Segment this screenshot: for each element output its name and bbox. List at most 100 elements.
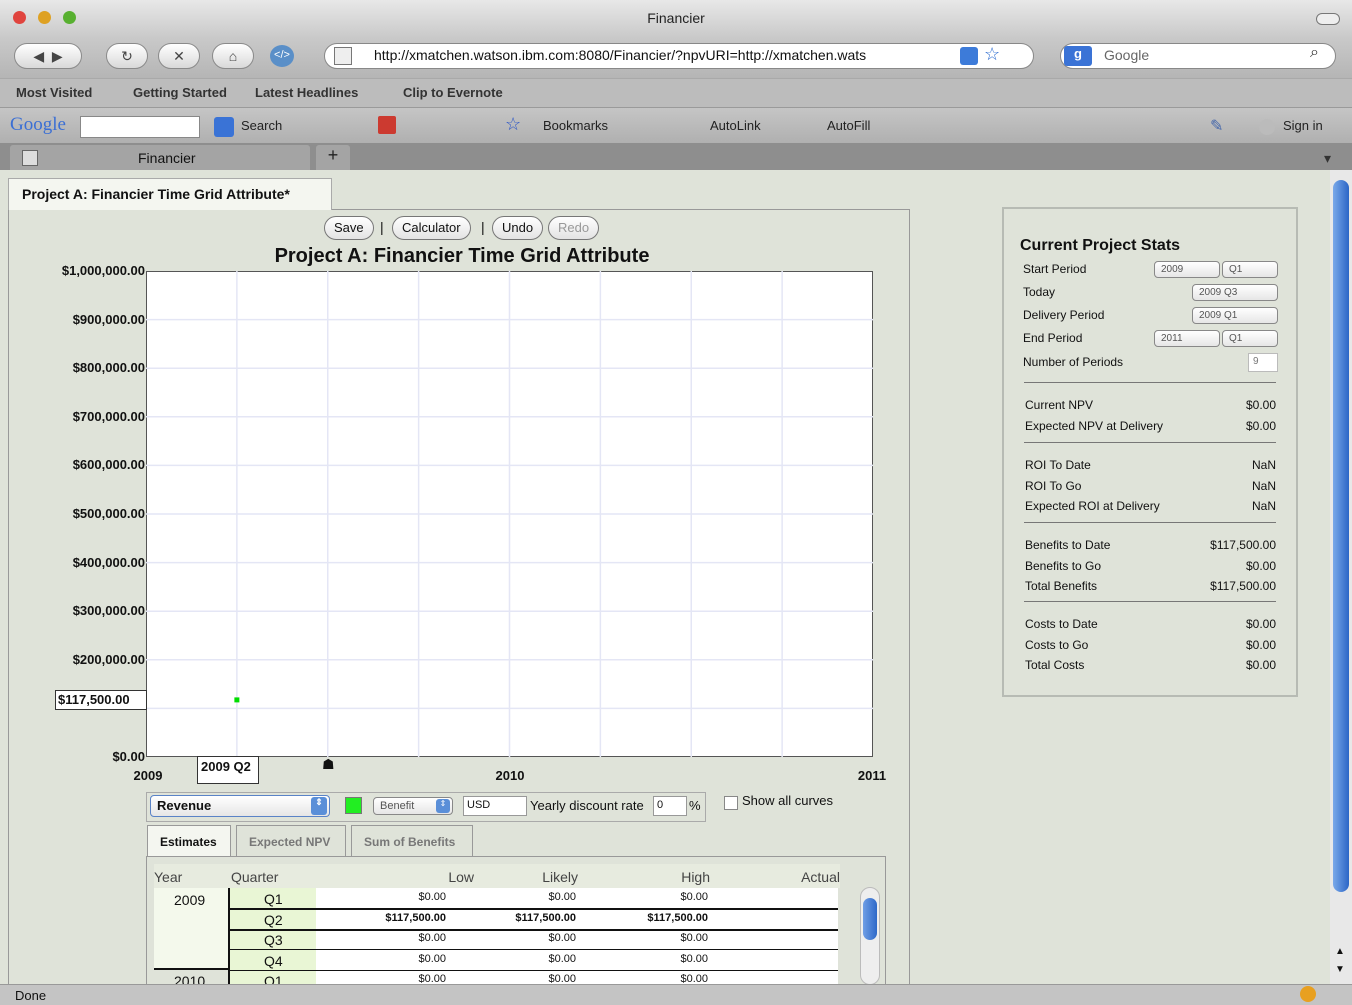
col-low: Low bbox=[448, 869, 474, 885]
cell-high[interactable]: $117,500.00 bbox=[638, 912, 708, 924]
cell-low[interactable]: $0.00 bbox=[376, 891, 446, 903]
google-search-input[interactable] bbox=[80, 116, 200, 138]
discount-rate-input[interactable]: 0 bbox=[653, 796, 687, 816]
gmail-icon[interactable] bbox=[378, 116, 396, 134]
developer-icon[interactable]: </> bbox=[270, 45, 294, 67]
bookmark-latest-headlines[interactable]: Latest Headlines bbox=[255, 85, 358, 100]
bookmarks-bar: Most Visited Getting Started Latest Head… bbox=[0, 78, 1352, 107]
new-tab-button[interactable]: + bbox=[316, 145, 350, 170]
autolink-button[interactable]: AutoLink bbox=[710, 118, 761, 133]
scroll-up-icon[interactable]: ▲ bbox=[1335, 946, 1345, 957]
end-period-label: End Period bbox=[1023, 331, 1083, 345]
stat-value: $117,500.00 bbox=[1210, 579, 1276, 593]
table-scrollbar[interactable] bbox=[860, 887, 880, 985]
google-engine-icon[interactable]: g bbox=[1064, 46, 1092, 66]
bookmarks-menu[interactable]: Bookmarks bbox=[543, 118, 608, 133]
wrench-icon[interactable]: ✎ bbox=[1210, 116, 1223, 136]
cell-likely[interactable]: $0.00 bbox=[506, 953, 576, 965]
curve-select[interactable]: Revenue ⇕ bbox=[150, 795, 330, 817]
col-actual: Actual bbox=[801, 869, 840, 885]
redo-button[interactable]: Redo bbox=[548, 216, 600, 240]
select-arrow-icon: ⇕ bbox=[311, 797, 327, 815]
stat-value: $0.00 bbox=[1245, 637, 1276, 652]
cell-likely[interactable]: $117,500.00 bbox=[506, 912, 576, 924]
num-periods-input[interactable]: 9 bbox=[1248, 353, 1278, 372]
undo-button[interactable]: Undo bbox=[492, 216, 544, 240]
cell-low[interactable]: $0.00 bbox=[376, 953, 446, 965]
stats-divider bbox=[1024, 442, 1276, 443]
tab-sum-of-benefits[interactable]: Sum of Benefits bbox=[351, 825, 473, 857]
curve-color-swatch[interactable] bbox=[345, 797, 362, 814]
y-tick-label: $900,000.00 bbox=[72, 311, 145, 327]
start-year-select[interactable]: 2009 bbox=[1154, 261, 1220, 278]
bookmark-clip-to-evernote[interactable]: Clip to Evernote bbox=[403, 85, 503, 100]
reload-button[interactable]: ↻ bbox=[106, 43, 148, 69]
cell-high[interactable]: $0.00 bbox=[638, 891, 708, 903]
bookmark-getting-started[interactable]: Getting Started bbox=[133, 85, 227, 100]
star-bookmark-icon[interactable]: ☆ bbox=[505, 114, 521, 135]
cell-high[interactable]: $0.00 bbox=[638, 953, 708, 965]
show-all-curves-checkbox[interactable] bbox=[724, 796, 738, 810]
cell-high[interactable]: $0.00 bbox=[638, 932, 708, 944]
page-scroll-thumb[interactable] bbox=[1333, 180, 1349, 892]
cell-low[interactable]: $0.00 bbox=[376, 973, 446, 984]
page-tab-project-a[interactable]: Project A: Financier Time Grid Attribute… bbox=[8, 178, 332, 210]
url-text[interactable]: http://xmatchen.watson.ibm.com:8080/Fina… bbox=[374, 47, 866, 63]
stat-value: $0.00 bbox=[1245, 418, 1276, 433]
stat-label: Benefits to Go bbox=[1025, 558, 1102, 573]
rss-feed-icon[interactable] bbox=[960, 47, 978, 65]
greasemonkey-icon[interactable] bbox=[1300, 986, 1316, 1002]
search-icon[interactable]: ⌕ bbox=[1310, 44, 1319, 62]
cell-low[interactable]: $117,500.00 bbox=[376, 912, 446, 924]
chart-plot-area[interactable] bbox=[146, 271, 874, 758]
cell-likely[interactable]: $0.00 bbox=[506, 932, 576, 944]
reload-icon: ↻ bbox=[121, 47, 133, 64]
cell-low[interactable]: $0.00 bbox=[376, 932, 446, 944]
bookmark-most-visited[interactable]: Most Visited bbox=[16, 85, 92, 100]
page-scrollbar[interactable]: ▲ ▼ bbox=[1330, 170, 1352, 985]
y-tick-label: $500,000.00 bbox=[72, 506, 145, 521]
end-year-select[interactable]: 2011 bbox=[1154, 330, 1220, 347]
status-bar: Done bbox=[0, 984, 1352, 1005]
autofill-button[interactable]: AutoFill bbox=[827, 118, 870, 133]
x-tick-2010: 2010 bbox=[495, 768, 525, 783]
stop-button[interactable]: ✕ bbox=[158, 43, 200, 69]
data-point[interactable] bbox=[234, 697, 240, 703]
tab-estimates[interactable]: Estimates bbox=[147, 825, 231, 857]
stats-divider bbox=[1024, 601, 1276, 602]
type-select[interactable]: Benefit ⇕ bbox=[373, 797, 453, 815]
google-search-button[interactable]: Search bbox=[241, 118, 282, 133]
scroll-down-icon[interactable]: ▼ bbox=[1335, 964, 1345, 975]
stat-value: NaN bbox=[1251, 478, 1276, 493]
row-quarter: Q1 bbox=[264, 891, 283, 907]
currency-input[interactable]: USD bbox=[463, 796, 527, 816]
calculator-button[interactable]: Calculator bbox=[392, 216, 471, 240]
stats-divider bbox=[1024, 382, 1276, 383]
toolbar-toggle-button[interactable] bbox=[1316, 13, 1340, 25]
tab-list-icon[interactable]: ▾ bbox=[1324, 150, 1331, 167]
start-period-label: Start Period bbox=[1023, 262, 1087, 276]
back-forward-button[interactable]: ◀ ▶ bbox=[14, 43, 82, 69]
y-tick-label: $1,000,000.00 bbox=[61, 263, 145, 278]
cell-high[interactable]: $0.00 bbox=[638, 973, 708, 984]
stat-label: Total Benefits bbox=[1025, 579, 1098, 593]
tab-favicon-icon bbox=[22, 149, 38, 166]
today-label: Today bbox=[1023, 285, 1056, 299]
tab-expected-npv[interactable]: Expected NPV bbox=[236, 825, 346, 857]
signin-button[interactable]: Sign in bbox=[1283, 118, 1323, 133]
bookmark-star-icon[interactable]: ☆ bbox=[984, 44, 1000, 65]
row-year[interactable]: 2010 bbox=[174, 973, 205, 984]
delivery-period-select[interactable]: 2009 Q1 bbox=[1192, 307, 1278, 324]
start-quarter-select[interactable]: Q1 bbox=[1222, 261, 1278, 278]
cell-likely[interactable]: $0.00 bbox=[506, 973, 576, 984]
today-select[interactable]: 2009 Q3 bbox=[1192, 284, 1278, 301]
home-button[interactable]: ⌂ bbox=[212, 43, 254, 69]
save-button[interactable]: Save bbox=[324, 216, 374, 240]
search-box[interactable] bbox=[1060, 43, 1336, 69]
end-quarter-select[interactable]: Q1 bbox=[1222, 330, 1278, 347]
signin-icon bbox=[1259, 119, 1275, 135]
chart-title: Project A: Financier Time Grid Attribute bbox=[274, 245, 650, 267]
cell-likely[interactable]: $0.00 bbox=[506, 891, 576, 903]
browser-tab-financier[interactable]: Financier bbox=[10, 145, 310, 170]
table-scroll-thumb[interactable] bbox=[863, 898, 877, 940]
